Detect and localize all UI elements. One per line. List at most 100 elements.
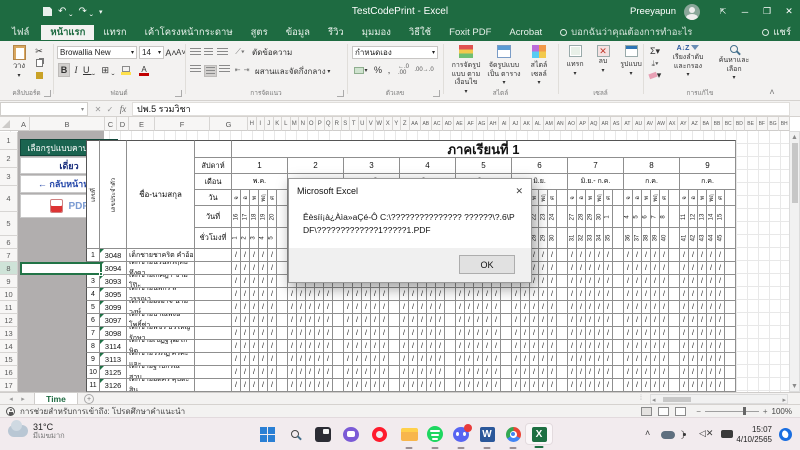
- zoom-in-icon[interactable]: +: [763, 407, 768, 416]
- column-headers[interactable]: ABCDEFGHIJKLMNOPQRSTUVWXYZAAABACADAEAFAG…: [0, 117, 790, 131]
- scroll-left-icon[interactable]: ◂: [652, 396, 656, 404]
- row-header-3[interactable]: 3: [0, 168, 18, 186]
- col-header-AU[interactable]: AU: [634, 117, 645, 131]
- close-button[interactable]: ✕: [778, 0, 800, 23]
- tab-5[interactable]: รีวิว: [319, 25, 353, 40]
- col-header-BB[interactable]: BB: [712, 117, 723, 131]
- tab-2[interactable]: เค้าโครงหน้ากระดาษ: [136, 25, 242, 40]
- font-name-select[interactable]: Browallia New▾: [57, 46, 137, 59]
- col-header-AE[interactable]: AE: [454, 117, 465, 131]
- horizontal-scrollbar[interactable]: ◂ ▸: [650, 394, 788, 404]
- row-header-8[interactable]: 8: [0, 262, 18, 275]
- col-header-M[interactable]: M: [291, 117, 300, 131]
- col-header-AR[interactable]: AR: [600, 117, 611, 131]
- col-header-AH[interactable]: AH: [488, 117, 499, 131]
- col-header-X[interactable]: X: [384, 117, 393, 131]
- col-header-AC[interactable]: AC: [432, 117, 443, 131]
- italic-button[interactable]: I: [71, 63, 81, 77]
- tray-chevron-icon[interactable]: ˄: [645, 428, 650, 438]
- orientation-icon[interactable]: ⟋▾: [233, 46, 247, 58]
- col-header-AL[interactable]: AL: [533, 117, 544, 131]
- clock-widget[interactable]: 15:07 4/10/2565: [736, 425, 772, 446]
- row-header-15[interactable]: 15: [0, 353, 18, 366]
- format-cells-button[interactable]: รูปแบบ▾: [618, 45, 644, 78]
- autosum-icon[interactable]: Σ▾: [647, 46, 663, 57]
- col-header-AT[interactable]: AT: [622, 117, 633, 131]
- col-header-AN[interactable]: AN: [555, 117, 566, 131]
- row-header-2[interactable]: 2: [0, 150, 18, 168]
- row-header-11[interactable]: 11: [0, 301, 18, 314]
- font-color-icon[interactable]: A: [136, 63, 152, 77]
- col-header-AQ[interactable]: AQ: [589, 117, 600, 131]
- name-box[interactable]: ▾: [0, 102, 88, 116]
- discord-icon[interactable]: [449, 423, 473, 445]
- merge-center-button[interactable]: ผสานและจัดกึ่งกลาง ▾: [255, 65, 330, 78]
- taskbar-search-icon[interactable]: [283, 423, 307, 445]
- col-header-AM[interactable]: AM: [544, 117, 555, 131]
- avatar[interactable]: [684, 4, 700, 20]
- col-header-BG[interactable]: BG: [768, 117, 779, 131]
- tab-8[interactable]: Foxit PDF: [440, 27, 500, 38]
- col-header-AK[interactable]: AK: [522, 117, 533, 131]
- collapse-ribbon-icon[interactable]: ˄: [765, 87, 779, 97]
- chrome-icon[interactable]: [501, 423, 525, 445]
- align-right-icon[interactable]: [219, 65, 230, 73]
- normal-view-icon[interactable]: [641, 407, 652, 416]
- accounting-format-icon[interactable]: ▾: [352, 64, 370, 76]
- col-header-AA[interactable]: AA: [410, 117, 421, 131]
- fill-handle[interactable]: [99, 272, 103, 276]
- copy-icon[interactable]: [33, 58, 45, 68]
- col-header-T[interactable]: T: [350, 117, 359, 131]
- tab-3[interactable]: สูตร: [242, 25, 277, 40]
- excel-taskbar-icon[interactable]: X: [525, 423, 553, 445]
- page-layout-view-icon[interactable]: [658, 407, 669, 416]
- col-header-V[interactable]: V: [367, 117, 376, 131]
- tell-me-box[interactable]: บอกฉันว่าคุณต้องการทำอะไร: [551, 23, 701, 41]
- align-dialog-launcher[interactable]: [337, 90, 344, 97]
- volume-muted-icon[interactable]: ◁✕: [699, 428, 713, 439]
- col-header-N[interactable]: N: [299, 117, 308, 131]
- align-bottom-icon[interactable]: [217, 48, 228, 56]
- align-top-icon[interactable]: [190, 48, 201, 56]
- format-as-table-button[interactable]: จัดรูปแบบเป็น ตาราง▾: [486, 45, 522, 88]
- col-header-Z[interactable]: Z: [401, 117, 410, 131]
- col-header-BC[interactable]: BC: [723, 117, 734, 131]
- row-header-17[interactable]: 17: [0, 379, 18, 392]
- col-header-BF[interactable]: BF: [757, 117, 768, 131]
- increase-indent-icon[interactable]: ⇥: [243, 65, 250, 75]
- col-header-U[interactable]: U: [359, 117, 368, 131]
- font-dialog-launcher[interactable]: [175, 90, 182, 97]
- tab-9[interactable]: Acrobat: [500, 27, 551, 38]
- page-break-view-icon[interactable]: [675, 407, 686, 416]
- row-header-16[interactable]: 16: [0, 366, 18, 379]
- col-header-G[interactable]: G: [210, 117, 248, 131]
- col-header-AX[interactable]: AX: [667, 117, 678, 131]
- col-header-BD[interactable]: BD: [734, 117, 745, 131]
- row-header-14[interactable]: 14: [0, 340, 18, 353]
- col-header-R[interactable]: R: [333, 117, 342, 131]
- cell-styles-button[interactable]: สไตล์ เซลล์▾: [523, 45, 555, 88]
- col-header-J[interactable]: J: [265, 117, 274, 131]
- zoom-out-icon[interactable]: −: [696, 407, 701, 416]
- tab-1[interactable]: แทรก: [94, 25, 135, 40]
- decrease-indent-icon[interactable]: ⇤: [234, 65, 241, 75]
- col-header-P[interactable]: P: [316, 117, 325, 131]
- ribbon-display-options-icon[interactable]: ⇱: [712, 0, 734, 23]
- horizontal-scroll-thumb[interactable]: [663, 397, 691, 402]
- new-sheet-icon[interactable]: +: [84, 394, 94, 404]
- col-header-AV[interactable]: AV: [645, 117, 656, 131]
- vertical-scrollbar[interactable]: ▲ ▼: [789, 131, 800, 392]
- start-button[interactable]: [255, 423, 279, 445]
- number-format-select[interactable]: กำหนดเอง▾: [352, 46, 438, 59]
- col-header-I[interactable]: I: [257, 117, 266, 131]
- row-header-7[interactable]: 7: [0, 249, 18, 262]
- sort-filter-button[interactable]: A↓Z เรียงลำดับ และกรอง▾: [666, 45, 710, 80]
- clipboard-dialog-launcher[interactable]: [44, 90, 51, 97]
- dialog-close-icon[interactable]: ✕: [515, 186, 523, 197]
- enter-entry-icon[interactable]: ✓: [104, 102, 116, 116]
- insert-function-icon[interactable]: fx: [116, 102, 130, 116]
- formula-value[interactable]: ปพ.5 รวมวิชา: [132, 102, 790, 116]
- align-left-icon[interactable]: [190, 65, 201, 73]
- row-header-4[interactable]: 4: [0, 186, 18, 212]
- comma-icon[interactable]: ,: [385, 64, 393, 76]
